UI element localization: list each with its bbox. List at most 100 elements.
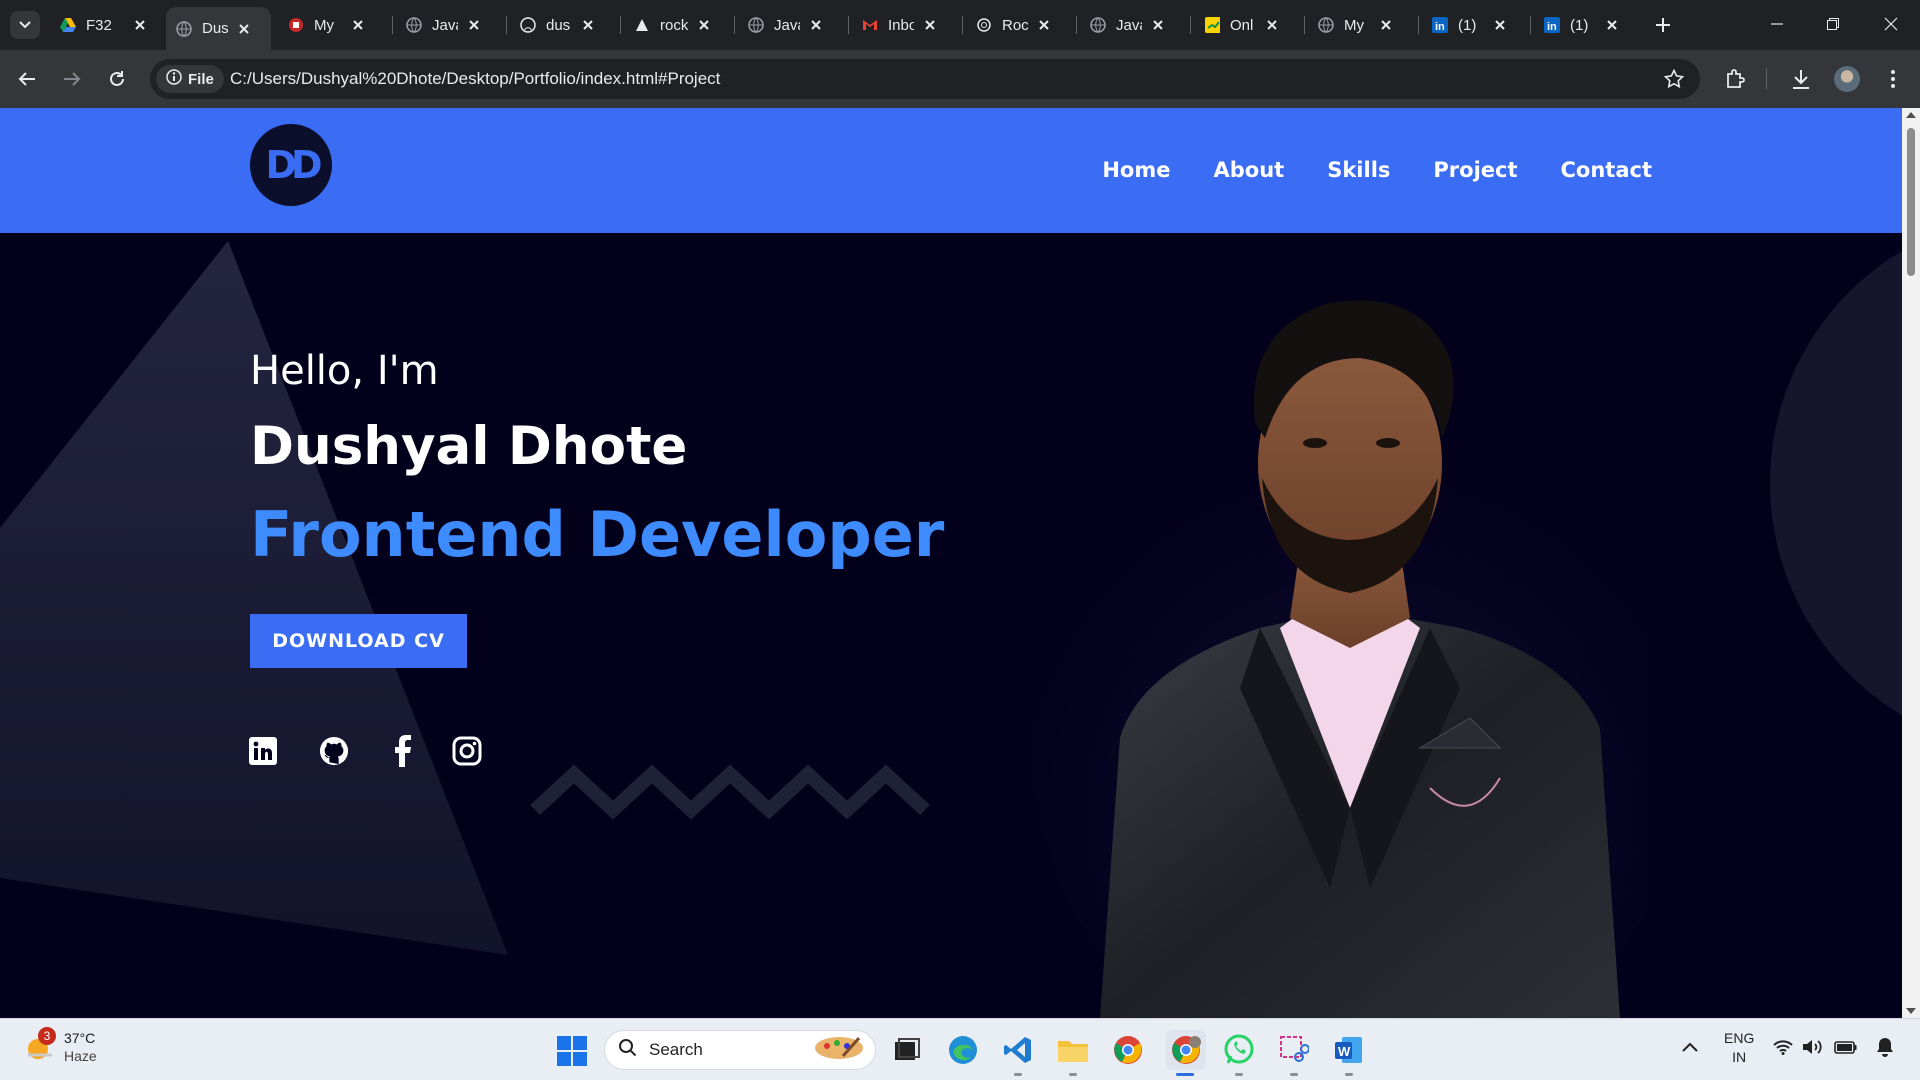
tab-my[interactable]: My <box>1318 9 1394 41</box>
new-tab-button[interactable] <box>1650 12 1676 38</box>
arrow-left-icon <box>18 72 35 86</box>
tab-title: Java <box>1116 16 1142 34</box>
tab-gmail[interactable]: Inbo <box>862 9 938 41</box>
close-icon[interactable] <box>350 17 366 33</box>
close-window-button[interactable] <box>1876 10 1906 38</box>
nav-project[interactable]: Project <box>1433 158 1517 182</box>
bookmark-star-icon[interactable] <box>1663 68 1685 94</box>
file-explorer-icon[interactable] <box>1056 1033 1090 1067</box>
whatsapp-icon[interactable] <box>1222 1033 1256 1067</box>
close-icon[interactable] <box>1150 17 1166 33</box>
tab-search-button[interactable] <box>10 11 40 39</box>
close-icon <box>1884 17 1898 31</box>
site-chip-label: File <box>188 70 214 88</box>
scroll-up-arrow[interactable] <box>1906 112 1916 118</box>
address-bar[interactable]: File C:/Users/Dushyal%20Dhote/Desktop/Po… <box>150 59 1700 99</box>
close-icon[interactable] <box>466 17 482 33</box>
svg-text:in: in <box>1435 21 1445 33</box>
tab-java-3[interactable]: Java <box>1090 9 1166 41</box>
tab-java-2[interactable]: Java <box>748 9 824 41</box>
notification-bell-icon[interactable] <box>1876 1037 1894 1060</box>
nav-home[interactable]: Home <box>1102 158 1170 182</box>
snipping-tool-icon[interactable] <box>1277 1033 1311 1067</box>
scroll-down-arrow[interactable] <box>1906 1008 1916 1014</box>
tab-app[interactable]: My <box>288 9 366 41</box>
chevron-down-icon <box>19 21 31 29</box>
tab-google-drive[interactable]: F32 <box>60 9 148 41</box>
close-icon[interactable] <box>696 17 712 33</box>
app-icon <box>288 17 304 33</box>
close-icon[interactable] <box>580 17 596 33</box>
tab-strip: F32 Dus My Java dus rock Java Inbo <box>0 0 1920 50</box>
triangle-icon <box>634 17 650 33</box>
weather-badge: 3 <box>38 1027 56 1045</box>
language-indicator[interactable]: ENG IN <box>1724 1029 1754 1067</box>
weather-text: 37°C Haze <box>64 1029 97 1065</box>
nav-about[interactable]: About <box>1214 158 1285 182</box>
download-cv-button[interactable]: DOWNLOAD CV <box>250 614 467 668</box>
tab-chatgpt[interactable]: Roc <box>976 9 1052 41</box>
back-button[interactable] <box>12 64 42 94</box>
task-view-icon[interactable] <box>890 1033 924 1067</box>
tab-github[interactable]: dus <box>520 9 596 41</box>
close-icon[interactable] <box>236 21 252 37</box>
info-icon <box>166 69 182 89</box>
instagram-icon[interactable] <box>452 736 482 766</box>
linkedin-icon[interactable] <box>248 736 278 766</box>
scroll-thumb[interactable] <box>1907 128 1915 276</box>
volume-icon[interactable] <box>1802 1039 1824 1058</box>
minimize-button[interactable] <box>1762 10 1792 38</box>
weather-widget[interactable]: 3 37°C Haze <box>24 1027 97 1065</box>
restore-button[interactable] <box>1818 10 1848 38</box>
battery-icon[interactable] <box>1834 1039 1858 1058</box>
forward-button[interactable] <box>57 64 87 94</box>
start-button[interactable] <box>557 1036 587 1066</box>
close-icon[interactable] <box>132 17 148 33</box>
vscode-icon[interactable] <box>1001 1033 1035 1067</box>
tab-linkedin-1[interactable]: in (1) <box>1432 9 1508 41</box>
toolbar-divider <box>1766 68 1767 90</box>
tab-separator <box>620 16 621 34</box>
profile-avatar[interactable] <box>1834 66 1860 92</box>
reload-button[interactable] <box>102 64 132 94</box>
word-icon[interactable]: W <box>1332 1033 1366 1067</box>
url-text[interactable]: C:/Users/Dushyal%20Dhote/Desktop/Portfol… <box>230 69 720 89</box>
close-icon[interactable] <box>808 17 824 33</box>
github-icon[interactable] <box>319 736 349 766</box>
close-icon[interactable] <box>922 17 938 33</box>
tab-notes[interactable]: Onl <box>1204 9 1280 41</box>
gmail-icon <box>862 17 878 33</box>
edge-icon[interactable] <box>946 1033 980 1067</box>
nav-contact[interactable]: Contact <box>1561 158 1653 182</box>
site-logo[interactable]: DD <box>250 124 332 206</box>
tab-java-1[interactable]: Java <box>406 9 482 41</box>
running-indicator <box>1069 1073 1077 1076</box>
tab-separator <box>848 16 849 34</box>
tab-rock[interactable]: rock <box>634 9 712 41</box>
downloads-button[interactable] <box>1786 64 1816 94</box>
browser-menu-button[interactable] <box>1878 64 1908 94</box>
weather-condition: Haze <box>64 1048 97 1064</box>
close-icon[interactable] <box>1604 17 1620 33</box>
nav-skills[interactable]: Skills <box>1327 158 1390 182</box>
chrome-profile-icon[interactable] <box>1166 1030 1206 1070</box>
extensions-button[interactable] <box>1720 64 1750 94</box>
running-indicator <box>1290 1073 1298 1076</box>
facebook-icon[interactable] <box>387 735 417 767</box>
tab-separator <box>506 16 507 34</box>
tab-portfolio[interactable]: Dus <box>166 7 271 50</box>
chrome-icon[interactable] <box>1111 1033 1145 1067</box>
page-scrollbar[interactable] <box>1902 108 1920 1018</box>
svg-text:in: in <box>1547 21 1557 33</box>
tray-overflow-button[interactable] <box>1682 1039 1698 1055</box>
running-indicator <box>1235 1073 1243 1076</box>
tab-linkedin-2[interactable]: in (1) <box>1544 9 1620 41</box>
site-info-chip[interactable]: File <box>156 65 224 93</box>
close-icon[interactable] <box>1378 17 1394 33</box>
close-icon[interactable] <box>1036 17 1052 33</box>
taskbar-search[interactable]: Search <box>604 1030 876 1070</box>
svg-text:W: W <box>1338 1044 1351 1059</box>
close-icon[interactable] <box>1264 17 1280 33</box>
close-icon[interactable] <box>1492 17 1508 33</box>
wifi-icon[interactable] <box>1773 1039 1793 1058</box>
